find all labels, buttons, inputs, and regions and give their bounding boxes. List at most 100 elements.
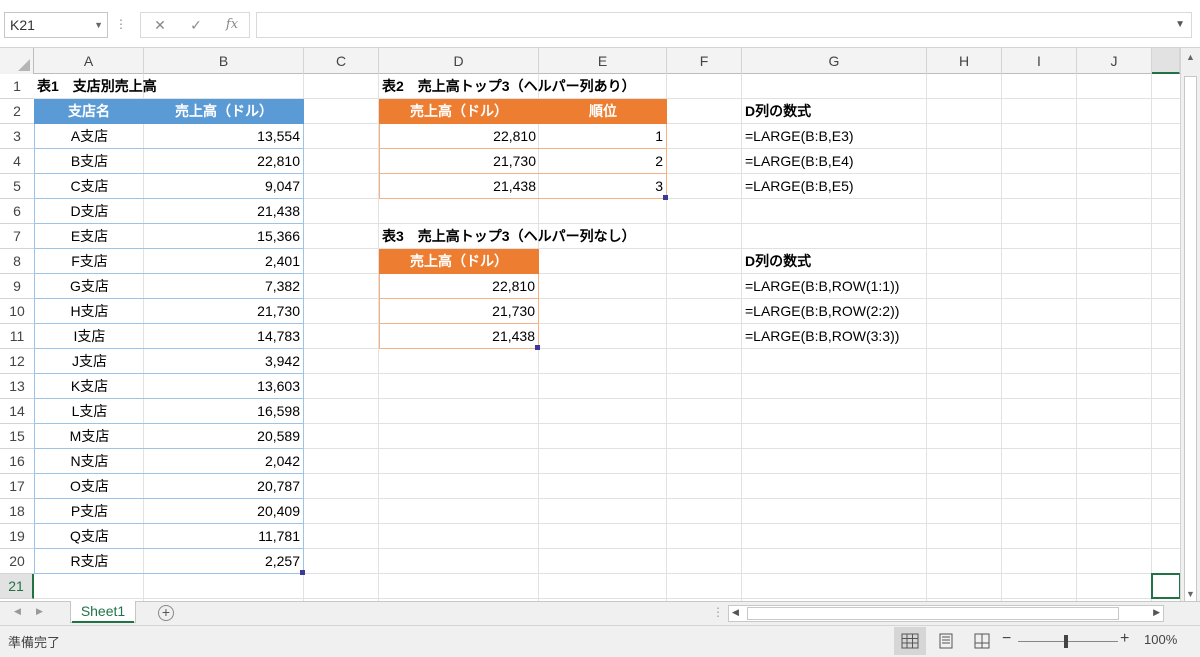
table2-cell-rank[interactable]: 1 (539, 124, 667, 149)
select-all-corner[interactable] (0, 48, 34, 74)
page-layout-view-icon[interactable] (930, 627, 962, 655)
column-header-j[interactable]: J (1077, 48, 1152, 74)
table1-cell-branch[interactable]: D支店 (34, 199, 144, 224)
table3-title[interactable]: 表3 売上高トップ3（ヘルパー列なし） (379, 224, 742, 249)
table1-cell-branch[interactable]: P支店 (34, 499, 144, 524)
row-header-4[interactable]: 4 (0, 149, 34, 174)
table1-cell-sales[interactable]: 13,554 (144, 124, 304, 149)
table1-cell-sales[interactable]: 14,783 (144, 324, 304, 349)
table2-header-sales[interactable]: 売上高（ドル） (379, 99, 539, 124)
selected-cell-k21[interactable] (1151, 573, 1180, 599)
row-header-10[interactable]: 10 (0, 299, 34, 324)
table1-cell-sales[interactable]: 20,589 (144, 424, 304, 449)
table1-cell-sales[interactable]: 2,042 (144, 449, 304, 474)
column-header-b[interactable]: B (144, 48, 304, 74)
table1-cell-branch[interactable]: J支店 (34, 349, 144, 374)
table1-title[interactable]: 表1 支店別売上高 (34, 74, 304, 99)
table1-header-sales[interactable]: 売上高（ドル） (144, 99, 304, 124)
table1-cell-sales[interactable]: 16,598 (144, 399, 304, 424)
row-header-16[interactable]: 16 (0, 449, 34, 474)
table1-cell-branch[interactable]: H支店 (34, 299, 144, 324)
table3-cell-sales[interactable]: 21,730 (379, 299, 539, 324)
table1-cell-branch[interactable]: L支店 (34, 399, 144, 424)
table1-cell-branch[interactable]: E支店 (34, 224, 144, 249)
table1-cell-branch[interactable]: C支店 (34, 174, 144, 199)
expand-formula-bar-icon[interactable]: ▼ (1175, 13, 1185, 37)
zoom-out-icon[interactable]: − (1002, 630, 1011, 648)
table1-cell-branch[interactable]: B支店 (34, 149, 144, 174)
table3-header-sales[interactable]: 売上高（ドル） (379, 249, 539, 274)
chevron-down-icon[interactable]: ▼ (94, 13, 103, 37)
scroll-left-icon[interactable]: ◀ (732, 607, 739, 618)
zoom-slider-thumb[interactable] (1064, 635, 1068, 648)
table1-cell-branch[interactable]: I支店 (34, 324, 144, 349)
table1-header-branch[interactable]: 支店名 (34, 99, 144, 124)
table3-cell-sales[interactable]: 22,810 (379, 274, 539, 299)
scroll-down-icon[interactable]: ▼ (1181, 589, 1200, 599)
row-header-3[interactable]: 3 (0, 124, 34, 149)
previous-sheet-icon[interactable]: ◀ (14, 606, 21, 617)
row-header-20[interactable]: 20 (0, 549, 34, 574)
zoom-level[interactable]: 100% (1144, 632, 1177, 647)
table1-cell-sales[interactable]: 2,401 (144, 249, 304, 274)
table2-cell-sales[interactable]: 21,730 (379, 149, 539, 174)
table2-cell-rank[interactable]: 3 (539, 174, 667, 199)
enter-icon[interactable]: ✓ (181, 13, 211, 37)
table1-cell-sales[interactable]: 21,438 (144, 199, 304, 224)
row-header-21[interactable]: 21 (0, 574, 34, 599)
scroll-up-icon[interactable]: ▲ (1181, 52, 1200, 62)
table2-resize-handle[interactable] (663, 195, 668, 200)
row-header-2[interactable]: 2 (0, 99, 34, 124)
insert-function-icon[interactable]: fx (217, 13, 247, 37)
table1-cell-sales[interactable]: 3,942 (144, 349, 304, 374)
row-header-6[interactable]: 6 (0, 199, 34, 224)
row-header-1[interactable]: 1 (0, 74, 34, 99)
formula-input[interactable]: ▼ (256, 12, 1192, 38)
table1-cell-sales[interactable]: 20,787 (144, 474, 304, 499)
table2-cell-sales[interactable]: 21,438 (379, 174, 539, 199)
column-header-k[interactable] (1152, 48, 1180, 74)
table2-header-rank[interactable]: 順位 (539, 99, 667, 124)
cancel-icon[interactable]: ✕ (145, 13, 175, 37)
table1-cell-branch[interactable]: F支店 (34, 249, 144, 274)
add-sheet-icon[interactable]: + (158, 605, 174, 621)
column-header-h[interactable]: H (927, 48, 1002, 74)
table3-formula-text[interactable]: =LARGE(B:B,ROW(2:2)) (742, 299, 927, 324)
table1-cell-branch[interactable]: O支店 (34, 474, 144, 499)
horizontal-scrollbar[interactable]: ◀ ▶ (728, 605, 1164, 622)
zoom-in-icon[interactable]: + (1120, 630, 1129, 648)
table1-cell-sales[interactable]: 11,781 (144, 524, 304, 549)
table1-cell-sales[interactable]: 21,730 (144, 299, 304, 324)
table1-cell-sales[interactable]: 7,382 (144, 274, 304, 299)
row-header-7[interactable]: 7 (0, 224, 34, 249)
row-header-13[interactable]: 13 (0, 374, 34, 399)
table1-cell-branch[interactable]: G支店 (34, 274, 144, 299)
sheet-tab-sheet1[interactable]: Sheet1 (70, 601, 136, 623)
table2-cell-sales[interactable]: 22,810 (379, 124, 539, 149)
table1-cell-branch[interactable]: R支店 (34, 549, 144, 574)
column-header-c[interactable]: C (304, 48, 379, 74)
cell-area[interactable]: 表1 支店別売上高 支店名 売上高（ドル） A支店 13,554 B支店 22,810 C支店… (34, 74, 1180, 601)
column-header-f[interactable]: F (667, 48, 742, 74)
table2-cell-rank[interactable]: 2 (539, 149, 667, 174)
table1-resize-handle[interactable] (300, 570, 305, 575)
row-header-9[interactable]: 9 (0, 274, 34, 299)
table1-cell-sales[interactable]: 2,257 (144, 549, 304, 574)
column-header-d[interactable]: D (379, 48, 539, 74)
table2-formula-text[interactable]: =LARGE(B:B,E4) (742, 149, 927, 174)
table1-cell-sales[interactable]: 15,366 (144, 224, 304, 249)
table1-cell-branch[interactable]: A支店 (34, 124, 144, 149)
table3-cell-sales[interactable]: 21,438 (379, 324, 539, 349)
table1-cell-branch[interactable]: K支店 (34, 374, 144, 399)
row-header-19[interactable]: 19 (0, 524, 34, 549)
table1-cell-sales[interactable]: 22,810 (144, 149, 304, 174)
more-options-icon[interactable]: ⋮ (114, 12, 128, 38)
horizontal-scroll-thumb[interactable] (747, 607, 1119, 620)
column-header-g[interactable]: G (742, 48, 927, 74)
table1-cell-branch[interactable]: Q支店 (34, 524, 144, 549)
table2-title[interactable]: 表2 売上高トップ3（ヘルパー列あり） (379, 74, 742, 99)
table1-cell-branch[interactable]: N支店 (34, 449, 144, 474)
table1-cell-branch[interactable]: M支店 (34, 424, 144, 449)
table1-cell-sales[interactable]: 13,603 (144, 374, 304, 399)
zoom-slider[interactable] (1018, 641, 1118, 642)
